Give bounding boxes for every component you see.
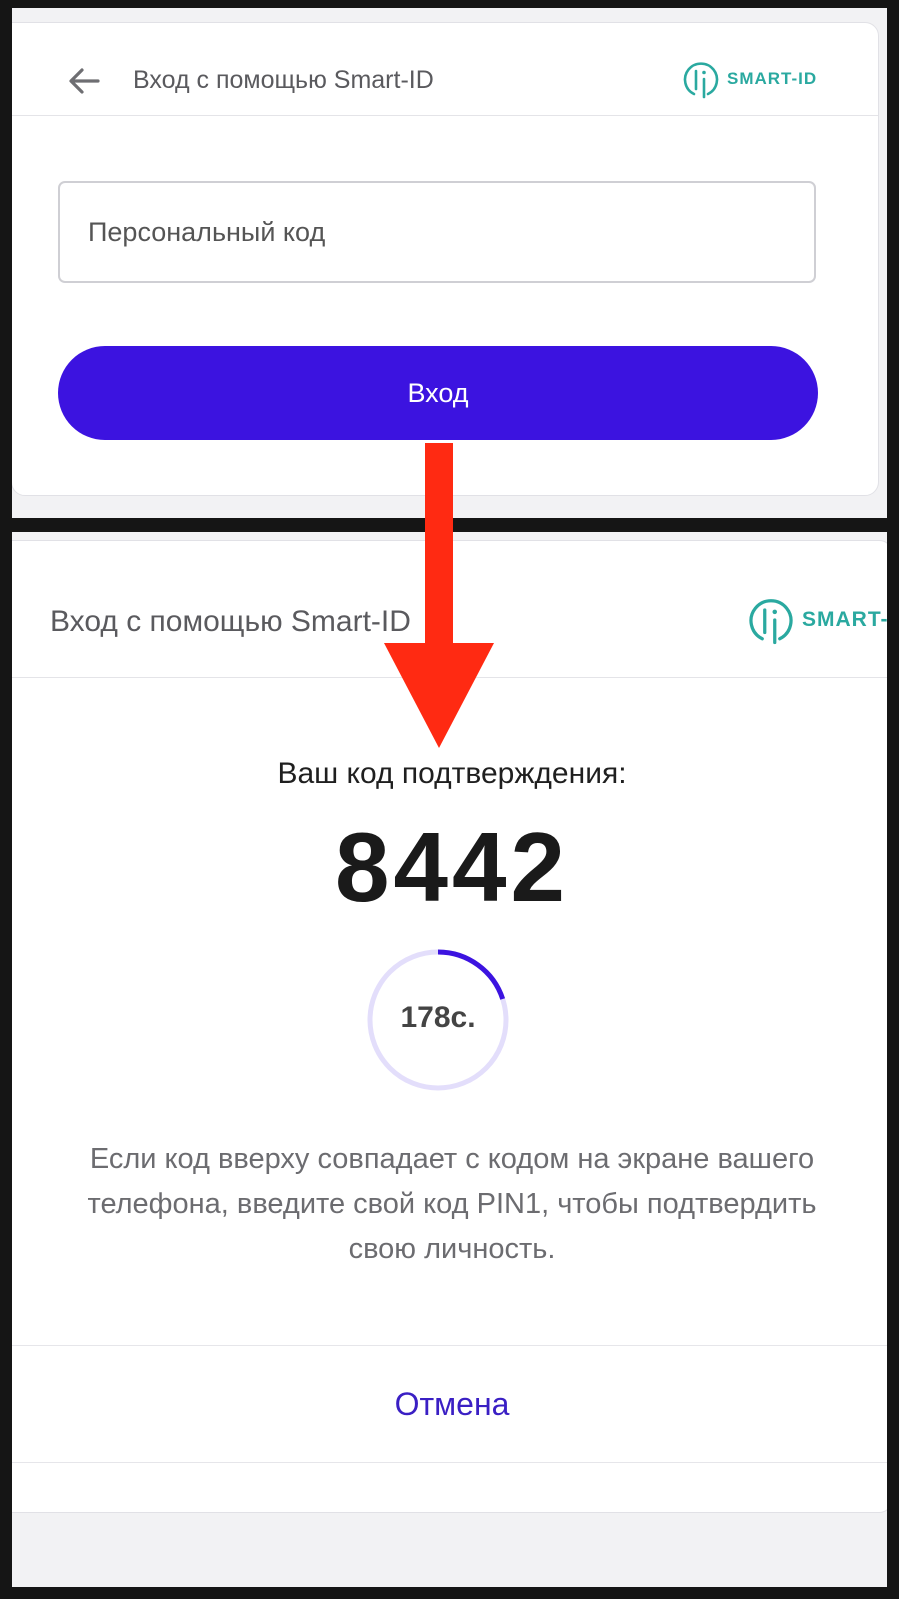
red-down-arrow-icon (384, 443, 494, 748)
verification-code-label: Ваш код подтверждения: (277, 757, 627, 790)
login-screen: Вход с помощью Smart-ID SMART-ID Вход (12, 8, 887, 518)
smart-id-logo-text: SMART-ID (727, 69, 818, 88)
cancel-label: Отмена (394, 1385, 510, 1422)
countdown-text: 178с. (400, 1001, 476, 1034)
header-title: Вход с помощью Smart-ID (50, 605, 411, 638)
header-title: Вход с помощью Smart-ID (133, 66, 434, 94)
login-card: Вход с помощью Smart-ID SMART-ID Вход (12, 22, 879, 496)
smart-id-logo-icon (749, 599, 793, 645)
login-button[interactable]: Вход (58, 346, 818, 440)
instruction-text: Если код вверху совпадает с кодом на экр… (87, 1143, 817, 1265)
personal-code-input[interactable] (58, 181, 816, 283)
cancel-button[interactable]: Отмена (12, 1345, 887, 1463)
verification-code: 8442 (334, 812, 569, 922)
smart-id-logo: SMART-ID (681, 59, 817, 99)
back-arrow-icon[interactable] (64, 61, 104, 101)
countdown-timer: 178с. (363, 945, 513, 1095)
smart-id-logo: SMART-ID (746, 595, 887, 645)
smart-id-logo-text: SMART-ID (802, 608, 887, 631)
smart-id-logo-icon (683, 62, 719, 99)
header-divider (12, 115, 878, 116)
